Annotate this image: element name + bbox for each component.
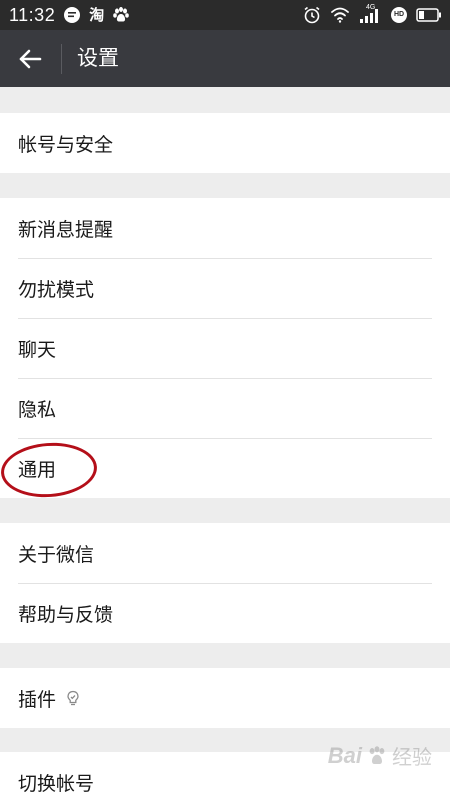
status-bar: 11:32 淘 4G HD — [0, 0, 450, 30]
settings-item-label: 切换帐号 — [18, 772, 95, 795]
header-divider — [61, 44, 62, 74]
settings-item-label: 通用 — [18, 458, 57, 481]
settings-item-label: 聊天 — [18, 338, 57, 361]
settings-item-help-feedback[interactable]: 帮助与反馈 — [0, 583, 450, 643]
settings-group-switch: 切换帐号 — [0, 752, 450, 800]
settings-group-about: 关于微信 帮助与反馈 — [0, 523, 450, 643]
settings-item-account-security[interactable]: 帐号与安全 — [0, 113, 450, 173]
app-header: 设置 — [0, 30, 450, 87]
settings-item-plugins[interactable]: 插件 — [0, 668, 450, 728]
plugin-bulb-icon — [66, 690, 80, 706]
settings-item-label: 帐号与安全 — [18, 133, 114, 156]
settings-item-chat[interactable]: 聊天 — [0, 318, 450, 378]
settings-item-label: 隐私 — [18, 398, 57, 421]
back-button[interactable] — [13, 43, 47, 75]
wifi-icon — [330, 6, 350, 24]
network-type-label: 4G — [366, 4, 376, 11]
taobao-app-icon: 淘 — [89, 6, 105, 24]
cellular-signal-icon: 4G — [358, 4, 382, 24]
status-right: 4G HD — [302, 0, 442, 30]
settings-item-switch-account[interactable]: 切换帐号 — [0, 752, 450, 800]
back-arrow-icon — [19, 49, 42, 69]
settings-group-plugins: 插件 — [0, 668, 450, 728]
settings-screen: 11:32 淘 4G HD 设置 帐号与安全 新消息提醒 勿扰模式 聊天 隐私 … — [0, 0, 450, 800]
settings-item-label: 勿扰模式 — [18, 278, 95, 301]
settings-item-general[interactable]: 通用 — [0, 438, 450, 498]
settings-group-general: 新消息提醒 勿扰模式 聊天 隐私 通用 — [0, 198, 450, 498]
alarm-clock-icon — [302, 6, 322, 24]
page-title: 设置 — [77, 46, 119, 70]
battery-icon — [416, 6, 442, 24]
status-time: 11:32 — [9, 4, 56, 25]
settings-item-label: 帮助与反馈 — [18, 603, 114, 626]
paw-app-icon — [112, 6, 130, 24]
settings-item-label: 新消息提醒 — [18, 218, 114, 241]
hd-badge-icon: HD — [390, 6, 408, 24]
settings-item-privacy[interactable]: 隐私 — [0, 378, 450, 438]
settings-item-about-wechat[interactable]: 关于微信 — [0, 523, 450, 583]
message-app-icon — [63, 6, 81, 24]
status-left: 11:32 淘 — [9, 0, 130, 30]
settings-item-new-message-alerts[interactable]: 新消息提醒 — [0, 198, 450, 258]
hd-badge-label: HD — [393, 11, 405, 18]
settings-item-do-not-disturb[interactable]: 勿扰模式 — [0, 258, 450, 318]
settings-item-label: 关于微信 — [18, 543, 95, 566]
settings-group-account: 帐号与安全 — [0, 113, 450, 173]
settings-item-label: 插件 — [18, 688, 57, 711]
